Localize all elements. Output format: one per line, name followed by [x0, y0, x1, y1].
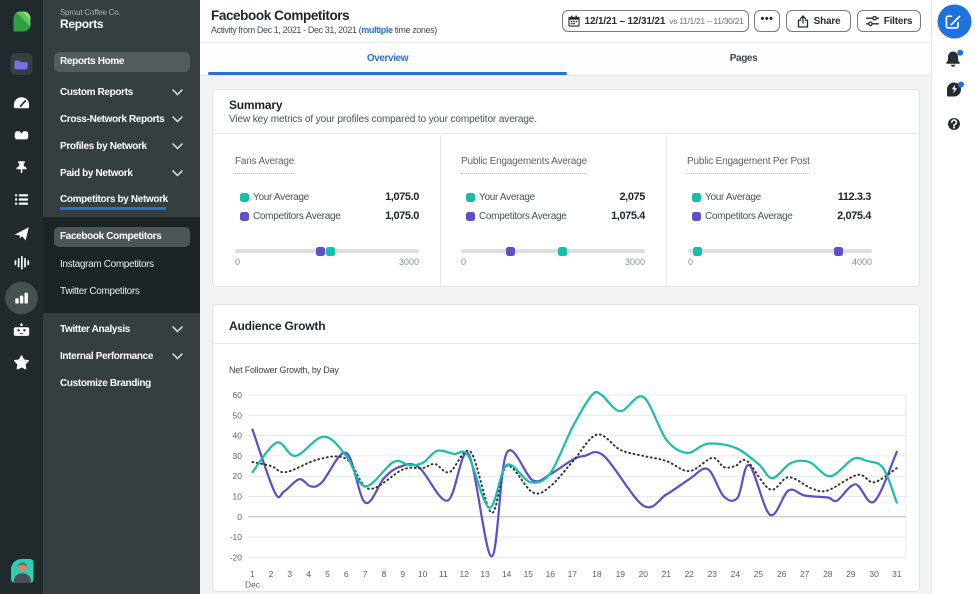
svg-text:6: 6 [344, 569, 349, 579]
svg-text:5: 5 [325, 569, 330, 579]
svg-text:25: 25 [754, 569, 764, 579]
svg-text:3: 3 [287, 569, 292, 579]
svg-text:22: 22 [685, 569, 695, 579]
svg-text:20: 20 [233, 471, 243, 481]
svg-text:4: 4 [306, 569, 311, 579]
svg-text:19: 19 [616, 569, 626, 579]
svg-text:16: 16 [546, 569, 556, 579]
svg-text:Dec: Dec [245, 580, 261, 590]
svg-text:21: 21 [662, 569, 672, 579]
svg-text:1: 1 [250, 569, 255, 579]
svg-text:20: 20 [639, 569, 649, 579]
svg-text:13: 13 [480, 569, 490, 579]
svg-text:7: 7 [363, 569, 368, 579]
svg-text:26: 26 [777, 569, 787, 579]
svg-text:28: 28 [823, 569, 833, 579]
svg-text:10: 10 [233, 492, 243, 502]
svg-text:12: 12 [459, 569, 469, 579]
svg-text:9: 9 [400, 569, 405, 579]
svg-text:30: 30 [233, 451, 243, 461]
svg-text:29: 29 [846, 569, 856, 579]
svg-text:24: 24 [731, 569, 741, 579]
svg-text:30: 30 [869, 569, 879, 579]
svg-text:17: 17 [568, 569, 578, 579]
svg-text:-10: -10 [230, 532, 243, 542]
svg-text:11: 11 [439, 569, 448, 579]
svg-text:27: 27 [800, 569, 810, 579]
svg-text:31: 31 [892, 569, 902, 579]
svg-text:50: 50 [233, 410, 243, 420]
svg-text:40: 40 [233, 431, 243, 441]
svg-text:8: 8 [382, 569, 387, 579]
svg-text:10: 10 [418, 569, 428, 579]
svg-text:0: 0 [237, 512, 242, 522]
svg-text:2: 2 [269, 569, 274, 579]
svg-text:60: 60 [233, 390, 243, 400]
svg-text:14: 14 [502, 569, 512, 579]
svg-text:23: 23 [708, 569, 718, 579]
svg-text:-20: -20 [230, 552, 243, 562]
svg-text:15: 15 [524, 569, 534, 579]
svg-text:18: 18 [592, 569, 602, 579]
